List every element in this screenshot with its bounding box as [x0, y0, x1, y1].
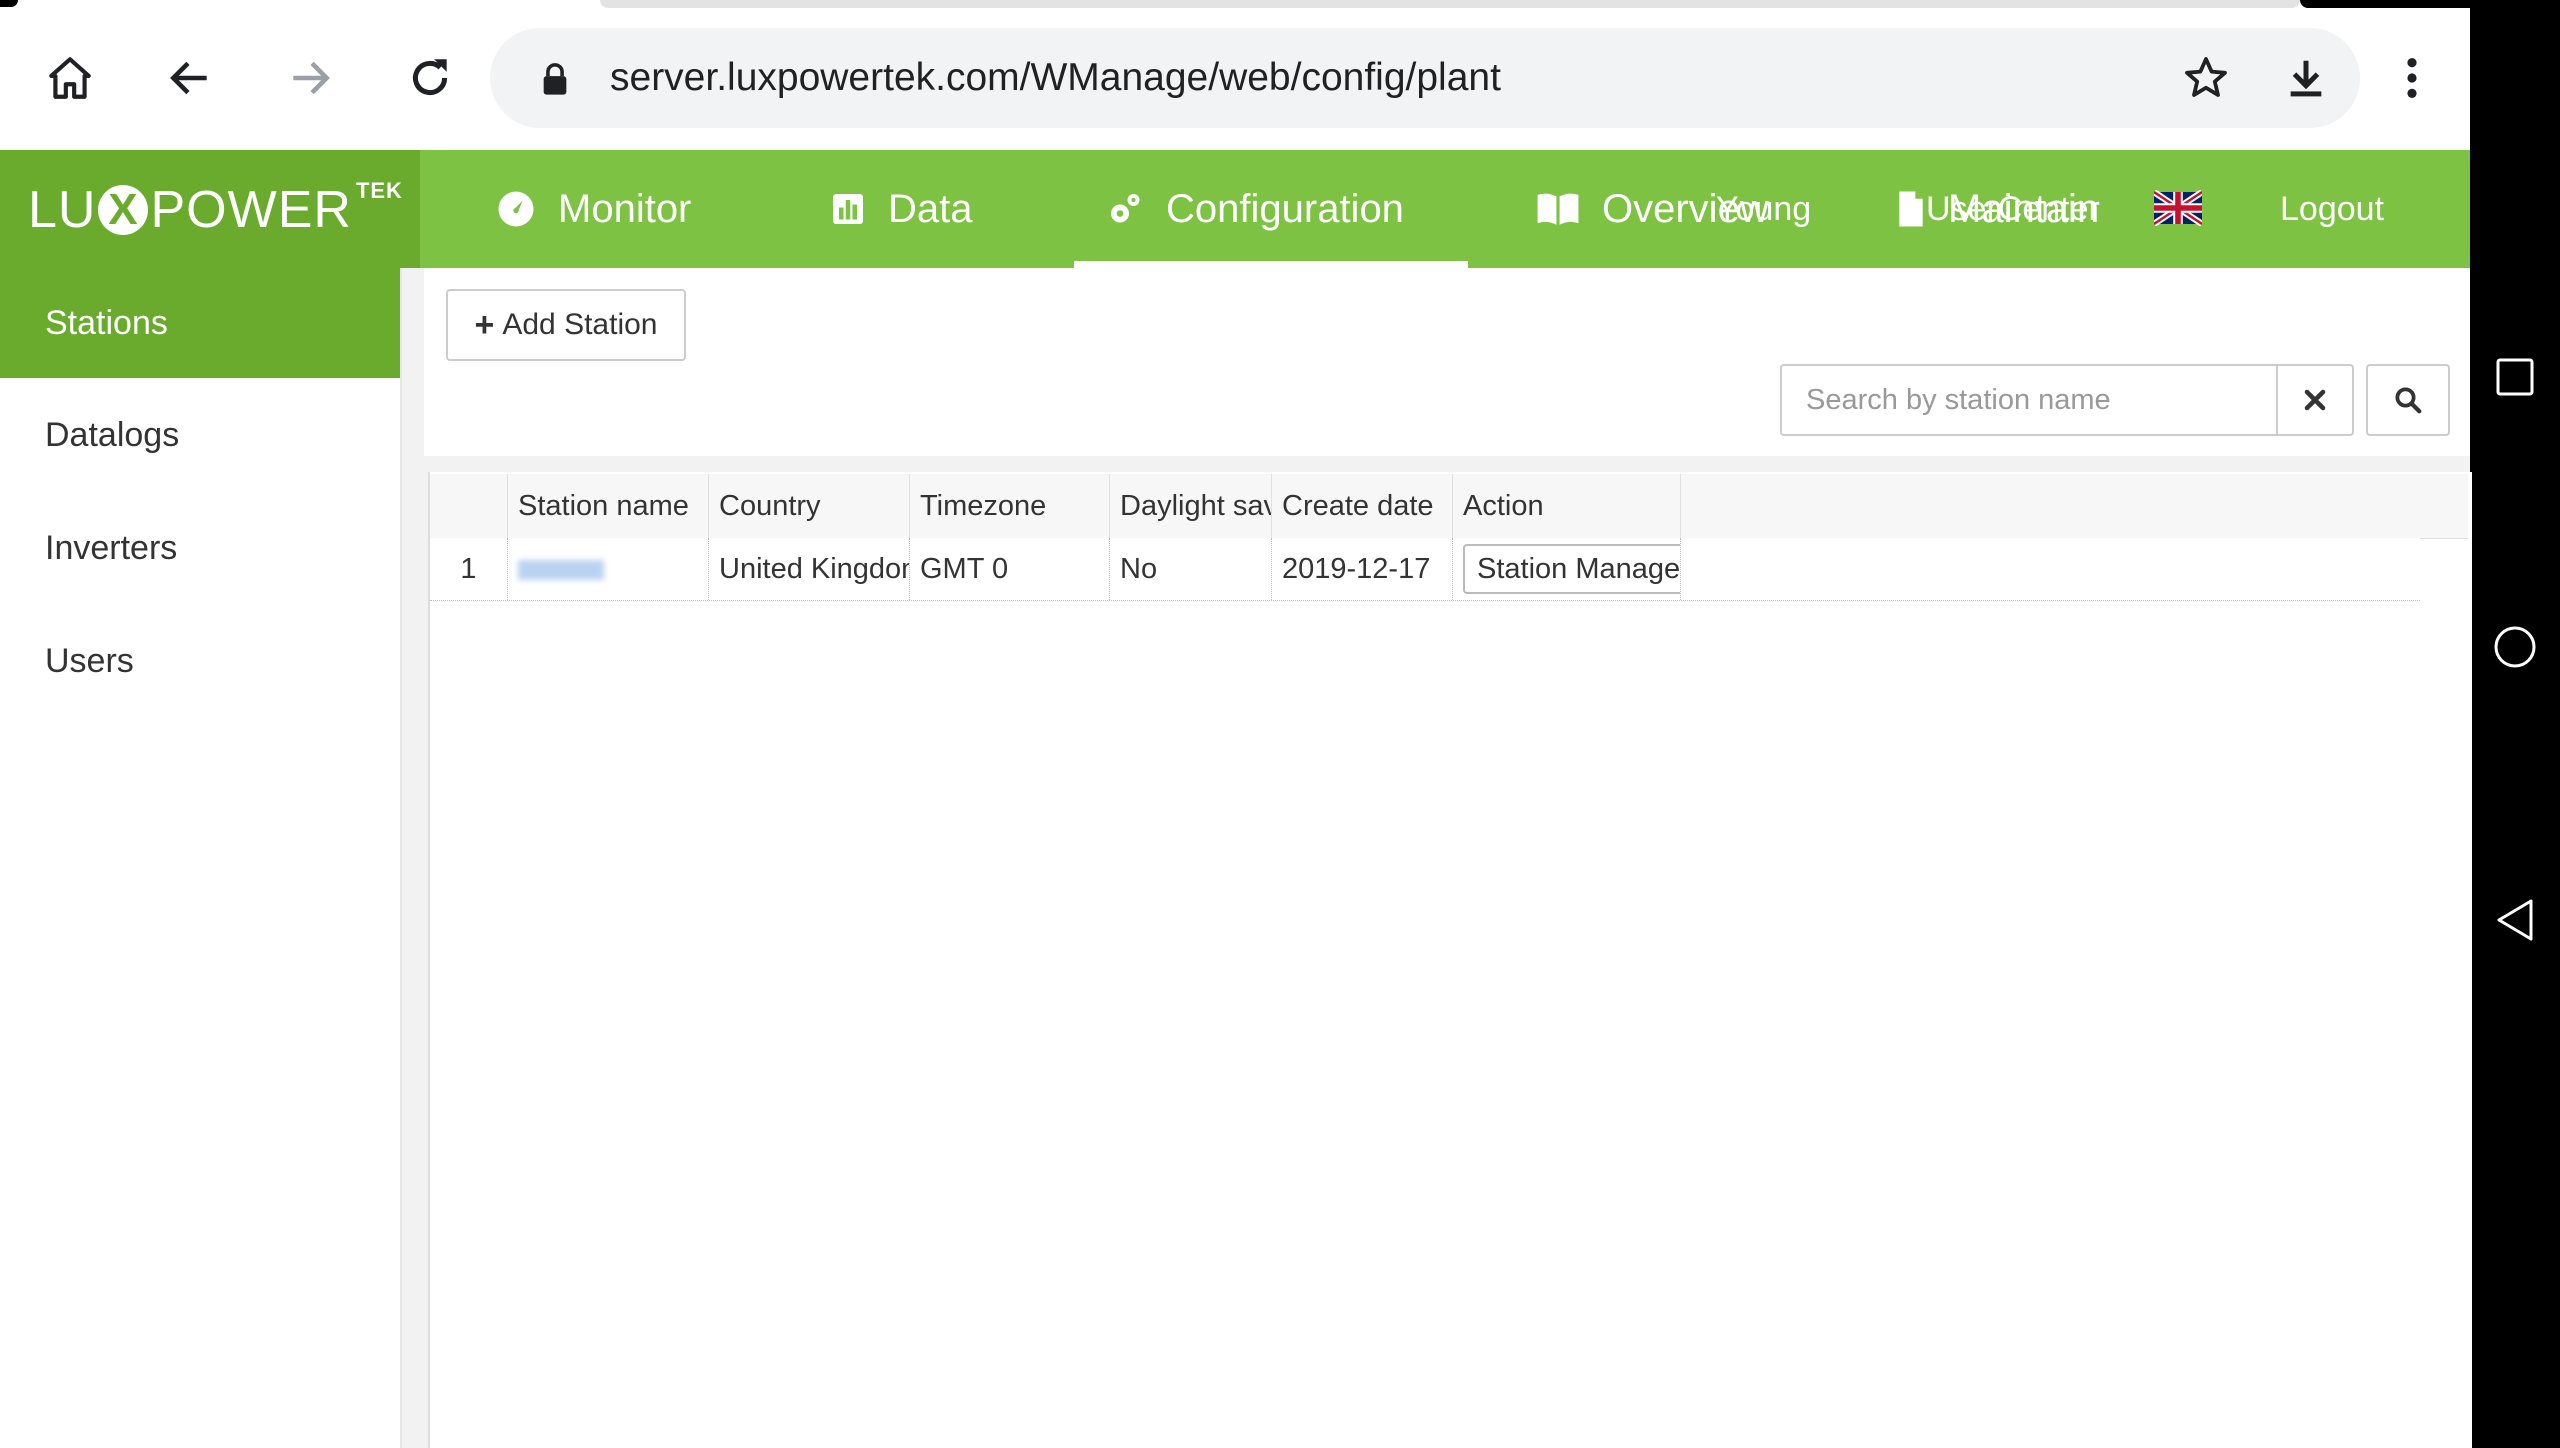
column-header-action: Action	[1453, 474, 1681, 538]
screen-corner	[0, 0, 18, 7]
luxpower-logo: LU X POWER TEK	[28, 178, 403, 240]
country-cell: United Kingdom	[709, 538, 910, 600]
forward-arrow-icon[interactable]	[276, 44, 344, 112]
column-header-create-date[interactable]: Create date	[1272, 474, 1453, 538]
stations-table-panel	[428, 472, 2472, 1448]
book-icon	[1536, 191, 1580, 227]
station-management-label: Station Management	[1477, 552, 1681, 585]
table-header: Station name Country Timezone Daylight s…	[430, 474, 2421, 539]
station-management-dropdown[interactable]: Station Management	[1463, 544, 1681, 594]
sidebar-item-datalogs[interactable]: Datalogs	[0, 380, 400, 490]
nav-data[interactable]: Data	[830, 150, 973, 268]
column-header-country[interactable]: Country	[709, 474, 910, 538]
logout-link[interactable]: Logout	[2280, 150, 2384, 268]
user-center-link[interactable]: UserCenter	[1926, 150, 2100, 268]
column-header-timezone[interactable]: Timezone	[910, 474, 1110, 538]
timezone-cell: GMT 0	[910, 538, 1110, 600]
search-button[interactable]	[2366, 364, 2450, 436]
station-name-link[interactable]	[518, 560, 604, 580]
sidebar-item-label: Stations	[45, 303, 168, 342]
lock-icon	[540, 62, 570, 101]
sidebar-item-stations[interactable]: Stations	[0, 268, 400, 378]
logo-x-letter: X	[108, 185, 139, 234]
sidebar-item-label: Users	[45, 641, 134, 680]
home-circle-icon[interactable]	[2490, 622, 2540, 672]
plus-icon: +	[474, 305, 495, 344]
daylight-saving-cell: No	[1110, 538, 1272, 600]
add-station-label: Add Station	[502, 308, 658, 341]
reload-icon[interactable]	[396, 44, 464, 112]
column-header-daylight-saving[interactable]: Daylight saving tim	[1110, 474, 1272, 538]
sidebar: Stations Datalogs Inverters Users	[0, 268, 402, 1448]
clear-search-button[interactable]	[2276, 364, 2354, 436]
user-name[interactable]: Young	[1716, 150, 1811, 268]
cogs-icon	[1108, 191, 1144, 227]
logo-superscript: TEK	[355, 178, 403, 203]
back-arrow-icon[interactable]	[156, 44, 224, 112]
station-search-input[interactable]	[1780, 364, 2278, 436]
url-text[interactable]: server.luxpowertek.com/WManage/web/confi…	[610, 56, 1501, 100]
column-header-station-name[interactable]: Station name	[508, 474, 709, 538]
add-station-button[interactable]: + Add Station	[446, 289, 686, 361]
gauge-icon	[496, 189, 536, 229]
sidebar-item-label: Datalogs	[45, 415, 180, 454]
nav-configuration-label: Configuration	[1166, 186, 1404, 231]
address-bar[interactable]: server.luxpowertek.com/WManage/web/confi…	[490, 28, 2360, 128]
action-cell: Station Management	[1453, 538, 1681, 600]
home-icon[interactable]	[36, 44, 104, 112]
table-header-filler	[2420, 474, 2468, 539]
star-icon[interactable]	[2180, 52, 2232, 104]
sidebar-item-users[interactable]: Users	[0, 606, 400, 716]
uk-flag-icon[interactable]	[2152, 189, 2204, 227]
screen-corner	[2300, 0, 2470, 8]
logo-area[interactable]: LU X POWER TEK	[0, 150, 420, 268]
nav-data-label: Data	[888, 186, 973, 231]
sidebar-item-inverters[interactable]: Inverters	[0, 493, 400, 603]
back-triangle-icon[interactable]	[2490, 895, 2540, 945]
station-name-cell[interactable]	[508, 538, 709, 600]
search-icon	[2395, 387, 2422, 414]
bar-chart-icon	[830, 191, 866, 227]
create-date-cell: 2019-12-17	[1272, 538, 1453, 600]
tab-strip	[600, 0, 2300, 8]
logo-x-mark: X	[98, 185, 149, 235]
browser-toolbar: server.luxpowertek.com/WManage/web/confi…	[0, 0, 2470, 150]
more-vert-icon[interactable]	[2378, 44, 2446, 112]
logo-text-left: LU	[28, 181, 97, 239]
close-icon	[2304, 389, 2326, 411]
logo-text-right: POWER	[150, 181, 352, 239]
download-icon[interactable]	[2280, 52, 2332, 104]
nav-configuration[interactable]: Configuration	[1074, 150, 1468, 268]
nav-monitor[interactable]: Monitor	[496, 150, 691, 268]
row-index: 1	[430, 538, 508, 600]
sidebar-item-label: Inverters	[45, 528, 178, 567]
app-header: LU X POWER TEK Monitor Data Configuratio…	[0, 150, 2470, 268]
nav-monitor-label: Monitor	[558, 186, 692, 231]
recents-square-icon[interactable]	[2490, 352, 2540, 402]
document-icon	[1896, 190, 1926, 228]
column-header-index	[430, 474, 508, 538]
android-navigation-bar	[2470, 0, 2560, 1448]
table-row[interactable]: 1 United Kingdom GMT 0 No 2019-12-17 Sta…	[430, 538, 2420, 601]
